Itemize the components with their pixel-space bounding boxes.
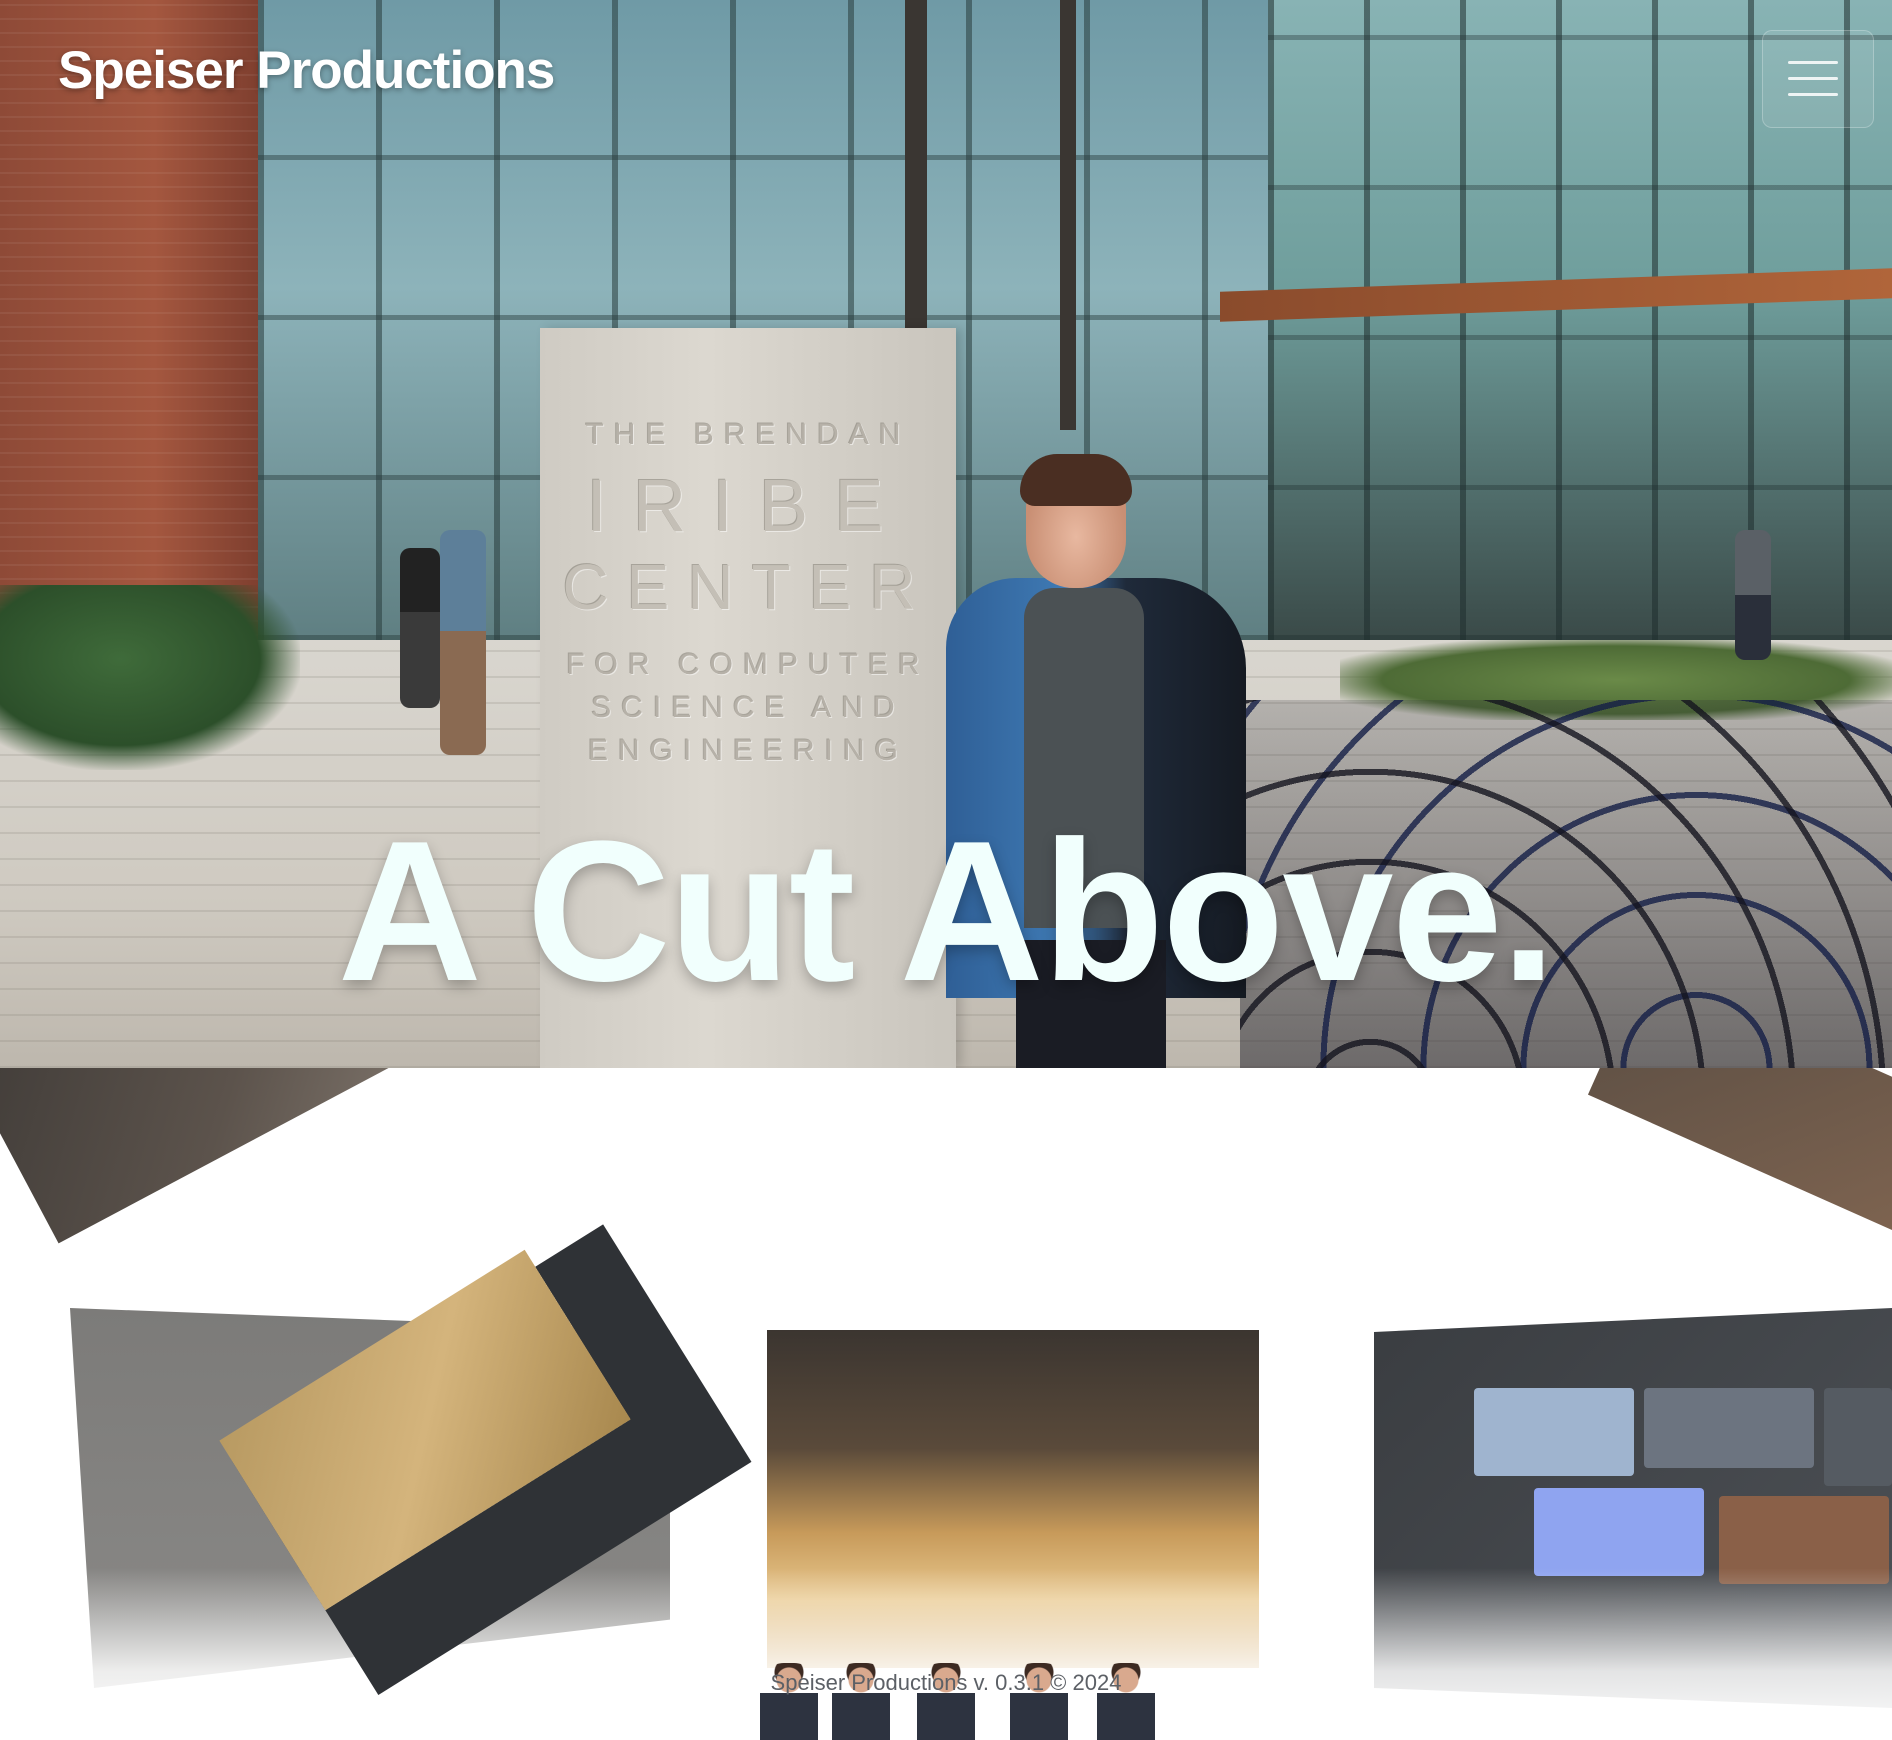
site-brand[interactable]: Speiser Productions: [58, 40, 555, 101]
sign-line: ENGINEERING: [587, 734, 909, 767]
screen-tile: [1474, 1388, 1634, 1476]
footer-copyright: Speiser Productions v. 0.3.1 © 2024: [770, 1670, 1122, 1695]
video-thumbnail[interactable]: [0, 1068, 430, 1244]
light-pole: [1060, 0, 1076, 430]
pedestrian: [440, 530, 486, 755]
screen-tile: [1824, 1388, 1892, 1486]
video-thumbnail[interactable]: [1587, 1068, 1892, 1250]
hero-section: THE BRENDAN IRIBE CENTER FOR COMPUTER SC…: [0, 0, 1892, 1068]
sign-line: SCIENCE AND: [591, 691, 905, 724]
pedestrian: [400, 548, 440, 708]
pedestrian: [1735, 530, 1771, 660]
sign-line: CENTER: [562, 551, 934, 623]
sign-line: FOR COMPUTER: [566, 648, 930, 681]
screen-tile: [1644, 1388, 1814, 1468]
sign-line: THE BRENDAN: [585, 418, 911, 451]
shrubs: [0, 585, 300, 770]
hero-tagline: A Cut Above.: [337, 800, 1557, 1023]
hamburger-menu-icon[interactable]: [1762, 30, 1874, 128]
screen-tile: [1534, 1488, 1704, 1576]
sign-line: IRIBE: [586, 464, 910, 547]
